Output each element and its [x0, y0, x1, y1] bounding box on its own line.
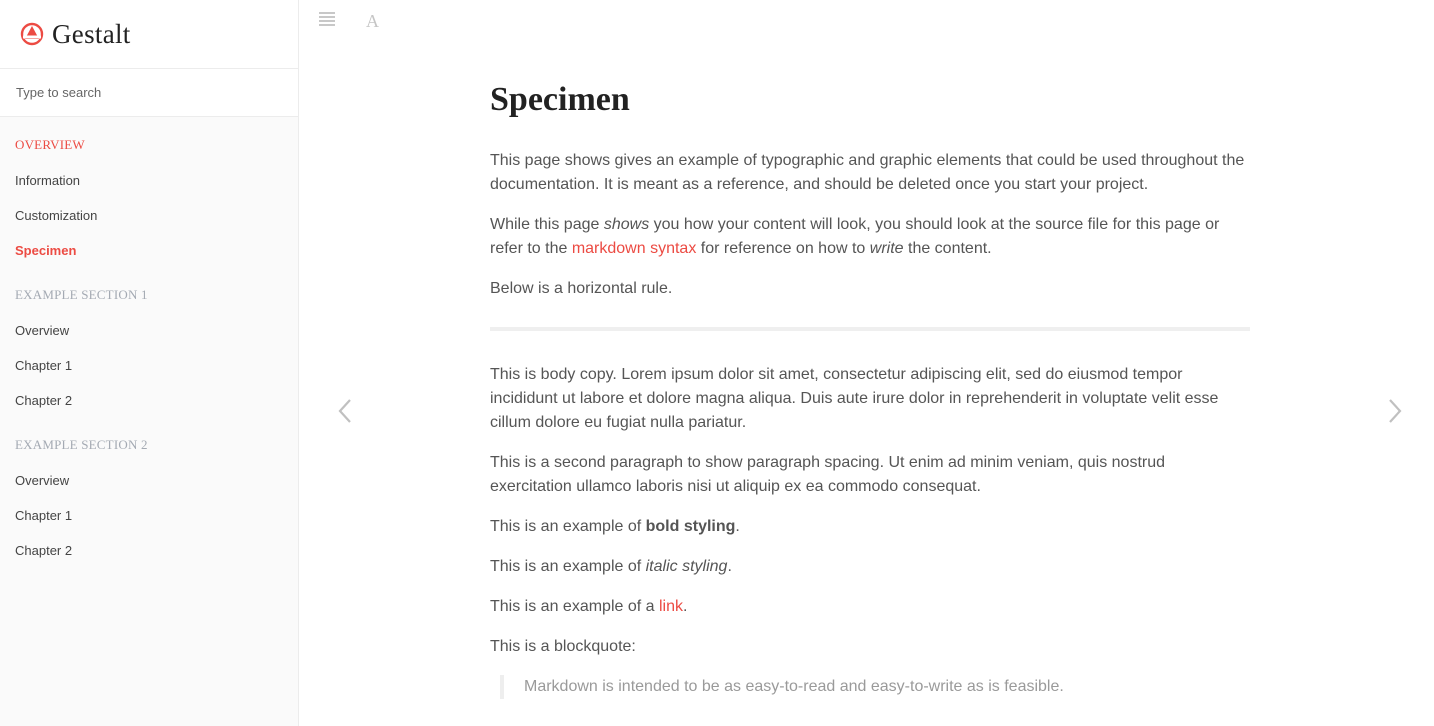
nav-item-information[interactable]: Information: [15, 173, 80, 188]
font-settings-button[interactable]: A: [366, 11, 379, 32]
bold-example: This is an example of bold styling.: [490, 518, 740, 535]
hamburger-menu-icon: [319, 12, 337, 26]
hr-intro: Below is a horizontal rule.: [490, 280, 673, 297]
body-paragraph-2: This is a second paragraph to show parag…: [490, 454, 1166, 495]
menu-toggle-button[interactable]: [319, 12, 337, 30]
page-title: Specimen: [490, 81, 630, 118]
nav-item-s1-chapter-2[interactable]: Chapter 2: [15, 393, 72, 408]
intro-paragraph: This page shows gives an example of typo…: [490, 152, 1245, 193]
body-paragraph-1: This is body copy. Lorem ipsum dolor sit…: [490, 366, 1219, 431]
nav-item-customization[interactable]: Customization: [15, 208, 97, 223]
markdown-syntax-link[interactable]: markdown syntax: [572, 240, 697, 257]
chevron-right-icon: [1389, 399, 1402, 423]
chevron-left-icon: [338, 399, 351, 423]
gestalt-logo-icon: [20, 22, 44, 46]
blockquote-intro: This is a blockquote:: [490, 638, 636, 655]
brand-name[interactable]: Gestalt: [52, 19, 131, 50]
nav-section-example-1[interactable]: EXAMPLE SECTION 1: [15, 287, 148, 303]
main-content: Specimen This page shows gives an exampl…: [490, 78, 1250, 699]
link-example: This is an example of a link.: [490, 598, 688, 615]
source-paragraph: While this page shows you how your conte…: [490, 216, 1220, 257]
nav-item-s2-chapter-2[interactable]: Chapter 2: [15, 543, 72, 558]
brand-header: Gestalt: [0, 0, 298, 69]
horizontal-rule: [490, 327, 1250, 331]
sidebar: Gestalt OVERVIEW Information Customizati…: [0, 0, 299, 726]
previous-page-button[interactable]: [334, 397, 358, 425]
nav-item-specimen[interactable]: Specimen: [15, 243, 76, 258]
search-box: [0, 69, 298, 117]
nav-item-s2-overview[interactable]: Overview: [15, 473, 69, 488]
blockquote: Markdown is intended to be as easy-to-re…: [500, 675, 1250, 699]
nav-item-s2-chapter-1[interactable]: Chapter 1: [15, 508, 72, 523]
italic-example: This is an example of italic styling.: [490, 558, 732, 575]
nav-section-example-2[interactable]: EXAMPLE SECTION 2: [15, 437, 148, 453]
search-input[interactable]: [0, 69, 298, 116]
example-link[interactable]: link: [659, 598, 683, 615]
nav-item-s1-overview[interactable]: Overview: [15, 323, 69, 338]
font-icon: A: [366, 11, 379, 31]
nav-item-s1-chapter-1[interactable]: Chapter 1: [15, 358, 72, 373]
next-page-button[interactable]: [1382, 397, 1406, 425]
nav-section-overview[interactable]: OVERVIEW: [15, 137, 85, 153]
